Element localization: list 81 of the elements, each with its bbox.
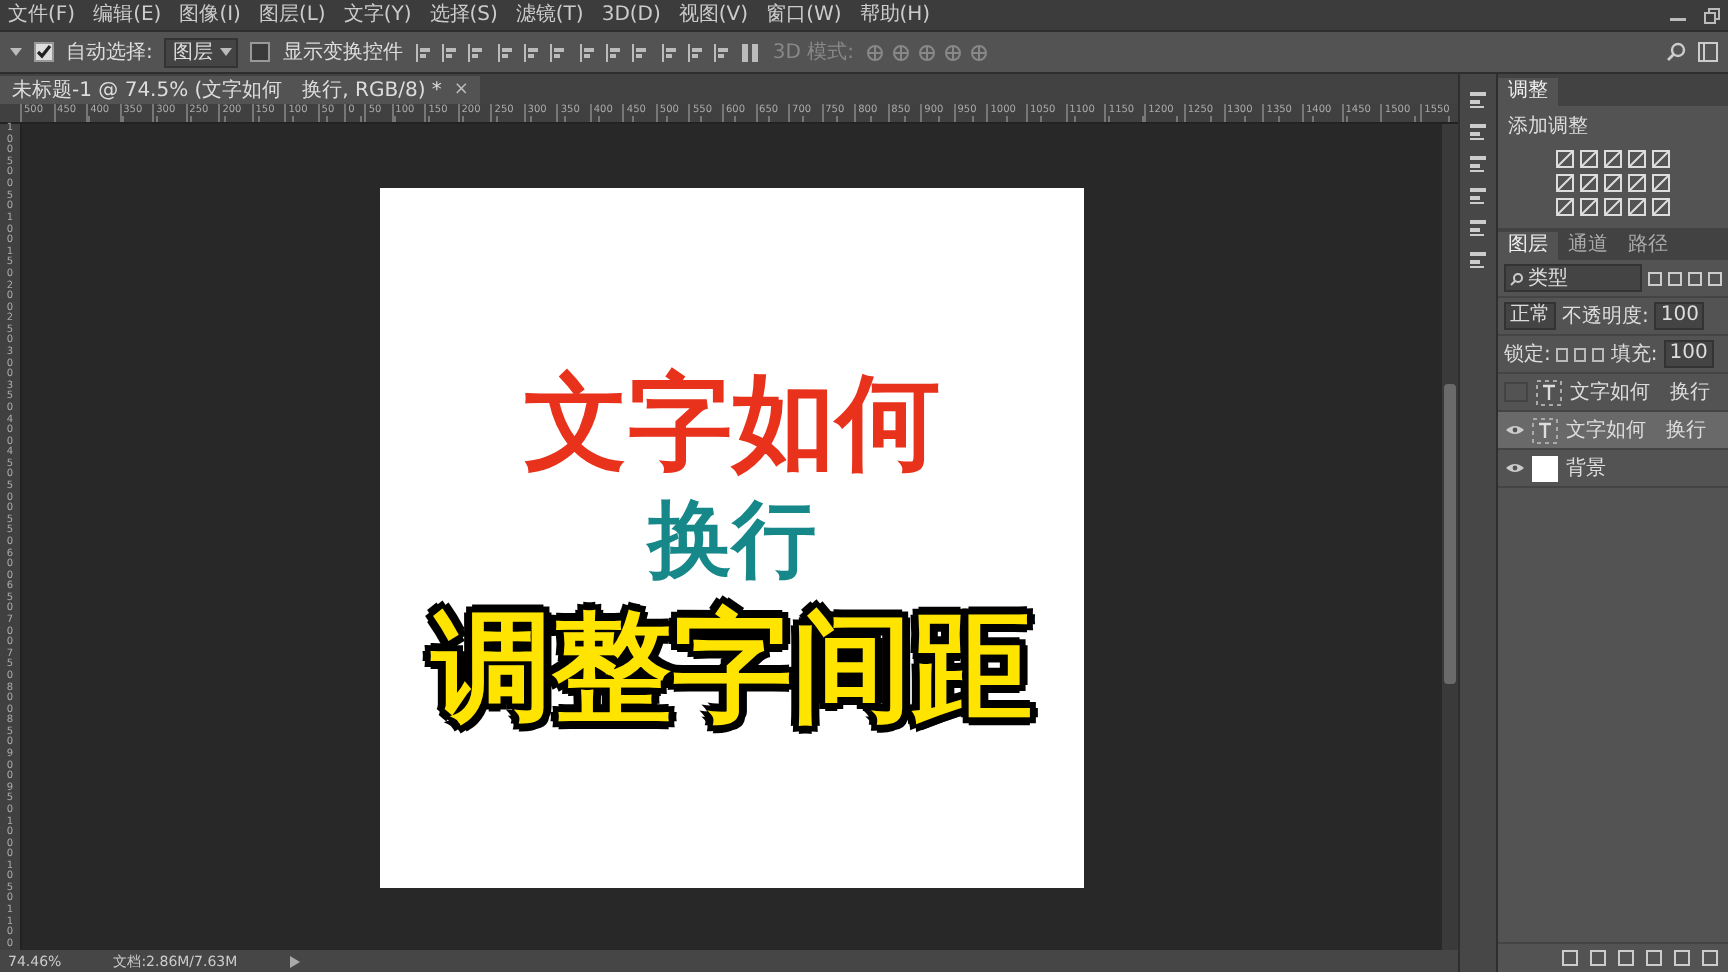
panel-tab[interactable]: 通道: [1558, 232, 1618, 260]
search-icon[interactable]: [1666, 42, 1686, 62]
opacity-label: 不透明度:: [1562, 303, 1649, 330]
menu-item[interactable]: 选择(S): [429, 2, 498, 28]
checkbox-label: 显示变换控件: [282, 39, 403, 66]
layer-name: 文字如何 换行: [1570, 379, 1710, 406]
align-icon[interactable]: [522, 43, 541, 61]
align-icon[interactable]: [604, 43, 623, 61]
restore-icon[interactable]: [1704, 7, 1720, 23]
align-icon[interactable]: [466, 43, 485, 61]
adjustment-icon[interactable]: [1604, 150, 1622, 168]
fill-label: 填充:: [1610, 341, 1658, 368]
fill-field[interactable]: 100: [1663, 340, 1714, 368]
layer-name: 文字如何 换行: [1566, 417, 1706, 444]
close-button[interactable]: ×: [453, 80, 469, 100]
visibility-toggle[interactable]: [1504, 460, 1524, 476]
checkbox[interactable]: [250, 42, 271, 62]
layer-thumbnail: [1532, 455, 1558, 481]
adjustment-icon[interactable]: [1652, 174, 1670, 192]
canvas-text: 调整字间距: [432, 602, 1032, 735]
align-icon[interactable]: [414, 43, 433, 61]
adjustment-icon[interactable]: [1652, 198, 1670, 216]
visibility-toggle[interactable]: [1504, 422, 1524, 438]
adjustment-icon[interactable]: [1628, 150, 1646, 168]
panel-tab[interactable]: 调整: [1498, 78, 1558, 106]
checkbox-label: 自动选择:: [66, 39, 153, 66]
align-icon[interactable]: [440, 43, 459, 61]
align-icon[interactable]: [660, 43, 679, 61]
canvas-text: 换行: [648, 494, 816, 587]
panel-heading: 添加调整: [1506, 113, 1590, 142]
distribute-icon[interactable]: [742, 43, 761, 61]
adjustment-icon[interactable]: [1580, 174, 1598, 192]
panel-tab[interactable]: 图层: [1498, 232, 1558, 260]
workspace-icon[interactable]: [1698, 42, 1718, 62]
adjustment-icon[interactable]: [1580, 150, 1598, 168]
menu-item[interactable]: 文件(F): [8, 2, 76, 28]
align-icon[interactable]: [712, 43, 731, 61]
caret-icon[interactable]: [10, 46, 22, 58]
layer-name: 背景: [1566, 455, 1606, 482]
adjustment-icon[interactable]: [1652, 150, 1670, 168]
align-icon[interactable]: [630, 43, 649, 61]
adjustment-icon[interactable]: [1556, 150, 1574, 168]
filter-dropdown[interactable]: 类型: [1504, 264, 1642, 292]
adjustment-icon[interactable]: [1628, 174, 1646, 192]
arrow-icon[interactable]: [289, 955, 300, 967]
align-icon[interactable]: [686, 43, 705, 61]
menu-item[interactable]: 视图(V): [678, 2, 749, 28]
scrollbar-thumb[interactable]: [1444, 384, 1456, 684]
layer-dropdown[interactable]: 图层: [164, 37, 239, 67]
adjustment-icon[interactable]: [1604, 174, 1622, 192]
blend-mode-dropdown[interactable]: 正常: [1504, 302, 1556, 330]
opacity-field[interactable]: 100: [1654, 302, 1705, 330]
text-layer-icon: [1532, 417, 1558, 443]
filter-label: 类型: [1528, 265, 1568, 292]
menu-item[interactable]: 文字(Y): [343, 2, 412, 28]
align-icon[interactable]: [496, 43, 515, 61]
checkbox[interactable]: [34, 42, 54, 62]
caret-icon: [220, 47, 233, 57]
adjustment-icon[interactable]: [1604, 198, 1622, 216]
panel-tab[interactable]: 路径: [1618, 232, 1678, 260]
align-icon[interactable]: [548, 43, 567, 61]
menu-item[interactable]: 3D(D): [601, 2, 661, 28]
adjustment-icon[interactable]: [1556, 174, 1574, 192]
canvas-text: 文字如何: [524, 367, 940, 482]
menu-item[interactable]: 滤镜(T): [515, 2, 584, 28]
adjustment-icon[interactable]: [1628, 198, 1646, 216]
menu-item[interactable]: 图像(I): [179, 2, 241, 28]
lock-label: 锁定:: [1504, 341, 1551, 368]
scrollbar[interactable]: [1442, 124, 1458, 950]
menu-item[interactable]: 图层(L): [258, 2, 326, 28]
layer-row[interactable]: 文字如何 换行: [1498, 412, 1728, 450]
align-icon[interactable]: [578, 43, 597, 61]
menu-item[interactable]: 窗口(W): [766, 2, 842, 28]
document-tab[interactable]: 未标题-1 @ 74.5% (文字如何 换行, RGB/8) * ×: [0, 76, 481, 104]
search-icon: [1510, 271, 1524, 285]
adjustment-icon[interactable]: [1556, 198, 1574, 216]
text-layer-icon: [1536, 379, 1562, 405]
document-title: 未标题-1 @ 74.5% (文字如何 换行, RGB/8) *: [12, 77, 442, 104]
menu-item[interactable]: 帮助(H): [859, 2, 931, 28]
adjustment-icon[interactable]: [1580, 198, 1598, 216]
menu-item[interactable]: 编辑(E): [93, 2, 162, 28]
